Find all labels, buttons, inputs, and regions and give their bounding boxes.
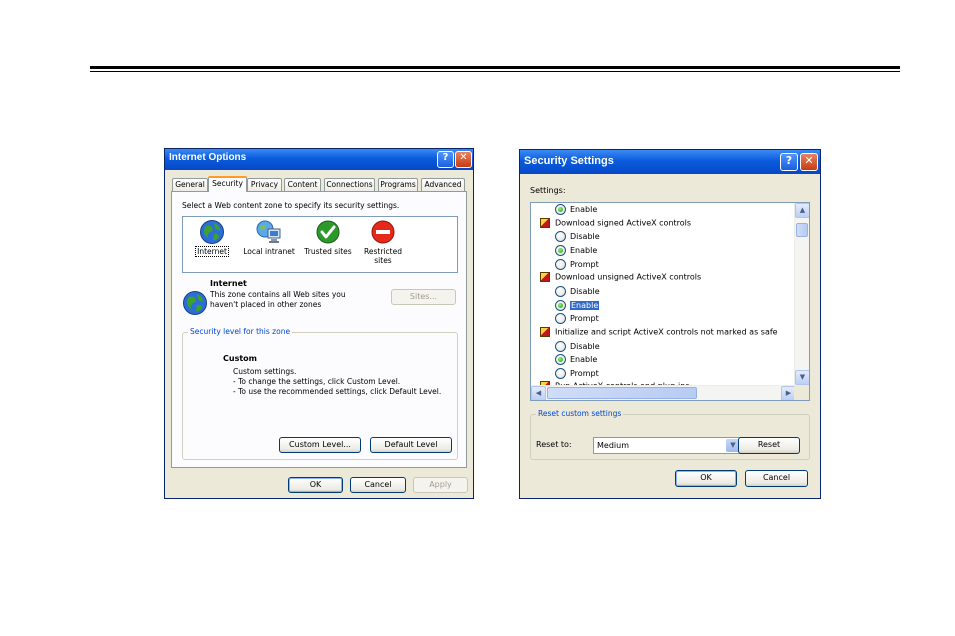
apply-button[interactable]: Apply: [413, 477, 468, 493]
tab-programs[interactable]: Programs: [378, 178, 418, 191]
radio-button[interactable]: [555, 286, 566, 297]
radio-button[interactable]: [555, 354, 566, 365]
reset-to-label: Reset to:: [536, 440, 572, 449]
setting-option[interactable]: Enable: [555, 300, 600, 311]
setting-option[interactable]: Disable: [555, 341, 600, 352]
setting-option[interactable]: Prompt: [555, 313, 599, 324]
security-settings-titlebar[interactable]: Security Settings ? ✕: [520, 150, 820, 174]
settings-label: Settings:: [530, 186, 566, 195]
tab-content[interactable]: Content: [284, 178, 321, 191]
zone-prompt: Select a Web content zone to specify its…: [182, 201, 400, 210]
level-description-line: - To change the settings, click Custom L…: [233, 377, 401, 386]
security-settings-dialog: Security Settings ? ✕ Settings: Enable D…: [519, 149, 821, 499]
zone-label: Local intranet: [243, 247, 295, 256]
horizontal-scrollbar[interactable]: ◀ ▶: [531, 385, 796, 400]
scroll-corner: [794, 385, 809, 400]
setting-header: Download signed ActiveX controls: [540, 218, 691, 228]
level-description-line: - To use the recommended settings, click…: [233, 387, 442, 396]
default-level-button[interactable]: Default Level: [370, 437, 452, 453]
tab-connections[interactable]: Connections: [324, 178, 375, 191]
radio-button[interactable]: [555, 204, 566, 215]
setting-option[interactable]: Prompt: [555, 259, 599, 270]
cancel-button[interactable]: Cancel: [350, 477, 406, 493]
setting-option[interactable]: Enable: [555, 204, 597, 215]
check-circle-icon: [316, 220, 340, 244]
radio-button[interactable]: [555, 313, 566, 324]
internet-options-titlebar[interactable]: Internet Options ? ✕: [165, 149, 473, 170]
security-level-group: Security level for this zone Custom Cust…: [182, 327, 458, 460]
close-icon[interactable]: ✕: [455, 151, 472, 168]
internet-options-dialog: Internet Options ? ✕ General Security Pr…: [164, 148, 474, 499]
tab-security[interactable]: Security: [208, 176, 247, 192]
level-description-line: Custom settings.: [233, 367, 297, 376]
scroll-up-icon[interactable]: ▲: [795, 203, 809, 218]
setting-header: Download unsigned ActiveX controls: [540, 272, 701, 282]
security-tab-panel: Select a Web content zone to specify its…: [171, 191, 467, 468]
internet-options-title: Internet Options: [169, 152, 247, 163]
reset-to-select[interactable]: Medium ▼: [593, 437, 742, 454]
vertical-scrollbar[interactable]: ▲ ▼: [794, 203, 809, 385]
radio-button[interactable]: [555, 231, 566, 242]
security-level-group-label: Security level for this zone: [188, 327, 293, 336]
zone-label: Trusted sites: [304, 247, 352, 256]
reset-to-value: Medium: [597, 441, 629, 450]
security-settings-title: Security Settings: [524, 155, 614, 167]
zone-internet[interactable]: Internet: [189, 219, 235, 257]
zone-restricted-sites[interactable]: Restricted sites: [361, 219, 405, 265]
ok-button[interactable]: OK: [675, 470, 737, 487]
scroll-left-icon[interactable]: ◀: [531, 386, 546, 400]
settings-list[interactable]: Enable Download signed ActiveX controls …: [530, 202, 810, 401]
zone-list: Internet Local intranet Trusted sites Re…: [182, 216, 458, 273]
cancel-button[interactable]: Cancel: [745, 470, 808, 487]
help-icon[interactable]: ?: [780, 153, 798, 171]
shield-setting-icon: [540, 218, 550, 228]
setting-option[interactable]: Disable: [555, 286, 600, 297]
setting-option[interactable]: Enable: [555, 354, 597, 365]
selected-zone-description: This zone contains all Web sites you hav…: [210, 290, 346, 309]
reset-group: Reset custom settings Reset to: Medium ▼…: [530, 409, 810, 460]
reset-button[interactable]: Reset: [738, 437, 800, 454]
computer-network-icon: [256, 220, 281, 243]
horizontal-scroll-thumb[interactable]: [547, 387, 697, 399]
setting-header: Initialize and script ActiveX controls n…: [540, 327, 778, 337]
header-rule-thin: [90, 71, 900, 72]
no-entry-icon: [371, 220, 395, 244]
level-name: Custom: [223, 354, 257, 363]
setting-option[interactable]: Disable: [555, 231, 600, 242]
help-icon[interactable]: ?: [437, 151, 454, 168]
shield-setting-icon: [540, 327, 550, 337]
setting-option[interactable]: Prompt: [555, 368, 599, 379]
reset-group-label: Reset custom settings: [536, 409, 624, 418]
tab-privacy[interactable]: Privacy: [247, 178, 282, 191]
radio-button[interactable]: [555, 245, 566, 256]
level-description: Custom settings. - To change the setting…: [233, 367, 441, 397]
ok-button[interactable]: OK: [288, 477, 343, 493]
scroll-down-icon[interactable]: ▼: [795, 370, 809, 385]
selected-zone-name: Internet: [210, 279, 247, 288]
zone-label: Restricted sites: [364, 247, 402, 265]
globe-icon: [183, 291, 207, 315]
shield-setting-icon: [540, 272, 550, 282]
globe-icon: [200, 220, 224, 244]
sites-button[interactable]: Sites...: [391, 289, 456, 305]
zone-label: Internet: [195, 246, 229, 257]
radio-button[interactable]: [555, 368, 566, 379]
tab-general[interactable]: General: [172, 178, 208, 191]
radio-button[interactable]: [555, 341, 566, 352]
close-icon[interactable]: ✕: [800, 153, 818, 171]
custom-level-button[interactable]: Custom Level...: [279, 437, 361, 453]
zone-trusted-sites[interactable]: Trusted sites: [303, 219, 353, 256]
vertical-scroll-thumb[interactable]: [796, 223, 808, 237]
zone-local-intranet[interactable]: Local intranet: [241, 219, 297, 256]
radio-button[interactable]: [555, 259, 566, 270]
header-rule-thick: [90, 66, 900, 69]
radio-button[interactable]: [555, 300, 566, 311]
tab-advanced[interactable]: Advanced: [421, 178, 465, 191]
setting-option[interactable]: Enable: [555, 245, 597, 256]
